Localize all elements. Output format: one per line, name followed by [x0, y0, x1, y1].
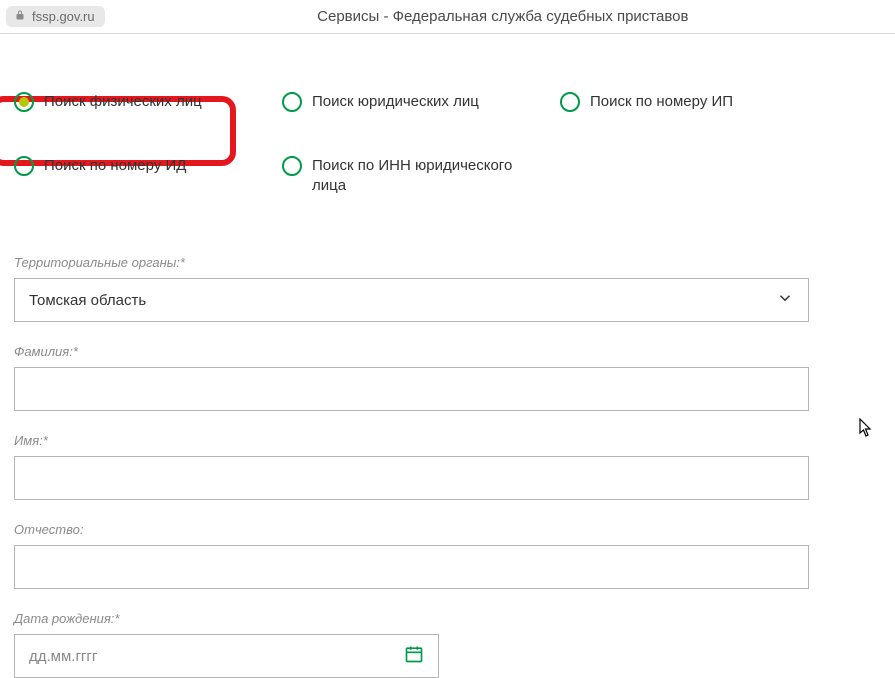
radio-icon	[14, 92, 34, 112]
birthdate-input[interactable]: дд.мм.гггг	[14, 634, 439, 678]
radio-label: Поиск по номеру ИП	[590, 92, 733, 112]
territory-value: Томская область	[29, 292, 146, 309]
mouse-cursor-icon	[859, 418, 875, 441]
lastname-input[interactable]	[14, 367, 809, 411]
field-lastname: Фамилия:*	[14, 344, 809, 411]
radio-search-ip-number[interactable]: Поиск по номеру ИП	[560, 92, 820, 112]
radio-label: Поиск физических лиц	[44, 92, 202, 112]
patronymic-input[interactable]	[14, 545, 809, 589]
territory-select[interactable]: Томская область	[14, 278, 809, 322]
radio-label: Поиск юридических лиц	[312, 92, 479, 112]
radio-search-id-number[interactable]: Поиск по номеру ИД	[14, 156, 264, 195]
lock-icon	[14, 9, 26, 24]
content: Поиск физических лиц Поиск юридических л…	[0, 34, 895, 678]
url-text: fssp.gov.ru	[32, 9, 95, 24]
lastname-label: Фамилия:*	[14, 344, 809, 359]
page-title: Сервисы - Федеральная служба судебных пр…	[117, 8, 889, 25]
field-firstname: Имя:*	[14, 433, 809, 500]
patronymic-label: Отчество:	[14, 522, 809, 537]
address-bar: fssp.gov.ru Сервисы - Федеральная служба…	[0, 0, 895, 34]
birthdate-label: Дата рождения:*	[14, 611, 809, 626]
radio-label: Поиск по ИНН юридического лица	[312, 156, 542, 195]
field-patronymic: Отчество:	[14, 522, 809, 589]
calendar-icon[interactable]	[404, 644, 424, 668]
field-birthdate: Дата рождения:* дд.мм.гггг	[14, 611, 809, 678]
firstname-label: Имя:*	[14, 433, 809, 448]
url-pill[interactable]: fssp.gov.ru	[6, 6, 105, 27]
radio-search-individual[interactable]: Поиск физических лиц	[14, 92, 264, 112]
radio-search-legal[interactable]: Поиск юридических лиц	[282, 92, 542, 112]
birthdate-placeholder: дд.мм.гггг	[29, 648, 97, 665]
chevron-down-icon	[776, 289, 794, 311]
radio-icon	[560, 92, 580, 112]
radio-label: Поиск по номеру ИД	[44, 156, 186, 176]
search-type-radios: Поиск физических лиц Поиск юридических л…	[14, 92, 881, 195]
radio-icon	[14, 156, 34, 176]
firstname-input[interactable]	[14, 456, 809, 500]
radio-icon	[282, 92, 302, 112]
radio-icon	[282, 156, 302, 176]
field-territory: Территориальные органы:* Томская область	[14, 255, 809, 322]
territory-label: Территориальные органы:*	[14, 255, 809, 270]
radio-search-inn-legal[interactable]: Поиск по ИНН юридического лица	[282, 156, 542, 195]
